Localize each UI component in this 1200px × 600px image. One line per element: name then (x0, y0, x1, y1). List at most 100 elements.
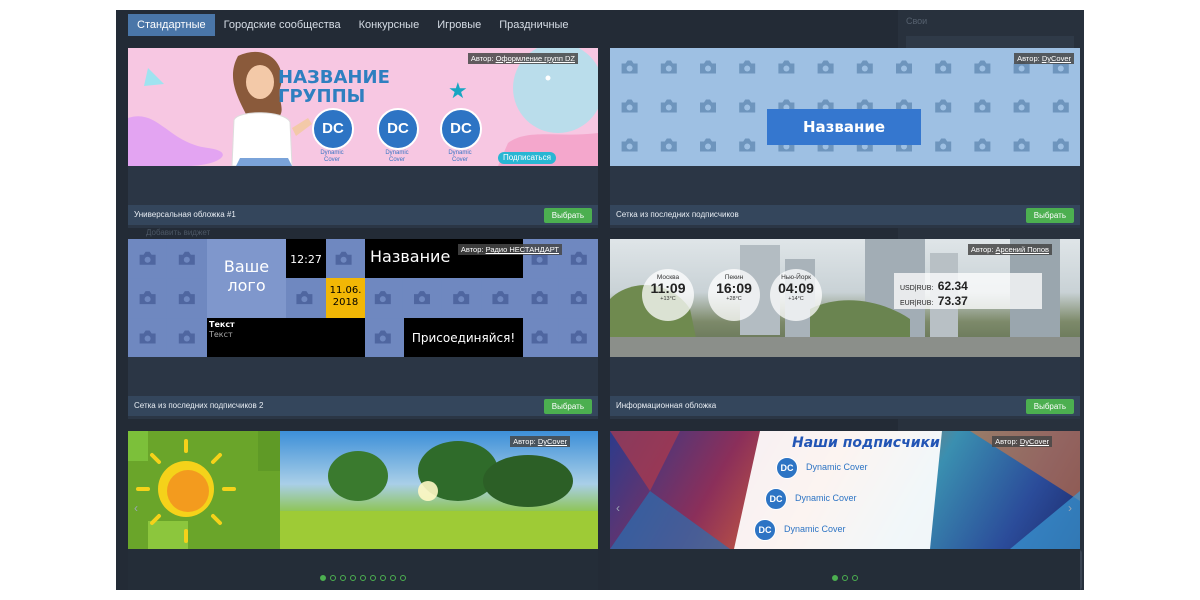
tab-standard[interactable]: Стандартные (128, 14, 215, 36)
rate-row-eur: EUR|RUB: 73.37 (900, 292, 968, 310)
text-block-sub: Текст (209, 330, 233, 339)
author-link[interactable]: DyCover (538, 437, 567, 446)
carousel-dot[interactable] (370, 575, 376, 581)
join-block: Присоединяйся! (404, 318, 523, 357)
placeholder-cell (924, 165, 963, 166)
carousel-dot[interactable] (320, 575, 326, 581)
background-add-widget: Добавить виджет (146, 228, 211, 237)
template-card-subscriber-grid: Название Автор: DyCover Сетка из последн… (610, 48, 1080, 228)
carousel-dots (610, 575, 1080, 583)
card-footer: Информационная обложка Выбрать (610, 396, 1080, 416)
carousel-dot[interactable] (360, 575, 366, 581)
select-button[interactable]: Выбрать (543, 208, 592, 223)
camera-lens (419, 296, 425, 303)
pink-shapes (128, 48, 598, 166)
carousel-dot[interactable] (852, 575, 858, 581)
carousel-dot[interactable] (340, 575, 346, 581)
placeholder-cell (767, 165, 806, 166)
camera-lens (940, 65, 947, 72)
select-button[interactable]: Выбрать (1025, 208, 1074, 223)
select-button[interactable]: Выбрать (543, 399, 592, 414)
date-line-2: 2018 (332, 297, 359, 308)
camera-lens (744, 65, 751, 72)
subscriber-row-2: DC Dynamic Cover (765, 488, 915, 510)
author-prefix: Автор: (1017, 54, 1040, 63)
city-time: 04:09 (778, 280, 814, 296)
camera-lens (575, 296, 582, 303)
author-link[interactable]: Арсений Попов (996, 245, 1049, 254)
camera-lens (144, 296, 151, 303)
title-text: Название (370, 247, 451, 266)
cover-preview-subscriber-grid[interactable]: Название Автор: DyCover (610, 48, 1080, 166)
camera-lens (301, 296, 308, 303)
author-prefix: Автор: (970, 245, 994, 254)
carousel-dot[interactable] (832, 575, 838, 581)
template-card-subscribers-list: Наши подписчики DC Dynamic Cover DC Dyna… (610, 431, 1080, 590)
currency-panel: USD|RUB: 62.34 EUR|RUB: 73.37 (894, 273, 1042, 309)
tab-holidays[interactable]: Праздничные (490, 14, 577, 36)
date-block: 11.06. 2018 (326, 278, 365, 318)
carousel-dot[interactable] (842, 575, 848, 581)
cover-preview-universal[interactable]: НАЗВАНИЕ ГРУППЫ ★ DC Dynamic Cover DC Dy… (128, 48, 598, 166)
tab-city-communities[interactable]: Городские сообщества (215, 14, 350, 36)
card-title: Универсальная обложка #1 (134, 210, 236, 219)
select-button[interactable]: Выбрать (1025, 399, 1074, 414)
author-link[interactable]: DyCover (1042, 54, 1071, 63)
dc-logo-3-caption: Dynamic Cover (448, 150, 472, 163)
nature-scene (128, 431, 598, 549)
city-temp: +13°C (660, 296, 676, 302)
camera-lens (705, 65, 711, 72)
city-newyork: Нью-Йорк 04:09 +14°C (770, 269, 822, 321)
camera-lens (940, 143, 947, 150)
logo-line-2: лого (227, 276, 266, 295)
city-time: 16:09 (716, 280, 752, 296)
camera-lens (1057, 104, 1064, 111)
carousel-dot[interactable] (330, 575, 336, 581)
placeholder-cell (728, 165, 767, 166)
author-link[interactable]: DyCover (1020, 437, 1049, 446)
placeholder-cell (1002, 165, 1041, 166)
camera-lens (144, 256, 151, 263)
city-temp: +28°C (726, 296, 742, 302)
carousel-prev-arrow[interactable]: ‹ (134, 501, 138, 515)
join-text: Присоединяйся! (411, 331, 516, 345)
card-footer: Сетка из последних подписчиков Выбрать (610, 205, 1080, 225)
cover-preview-subscriber-grid-2[interactable]: Ваше лого 12:27 11.06. 2018 Название Тек… (128, 239, 598, 357)
card-footer: Универсальная обложка #1 Выбрать (128, 205, 598, 225)
rate-pair: USD|RUB: (900, 285, 934, 292)
dc-logo-3: DC (440, 108, 482, 150)
placeholder-cell (806, 165, 845, 166)
dc-logo-1-caption: Dynamic Cover (320, 150, 344, 163)
author-link[interactable]: Оформление групп DZ (496, 54, 575, 63)
tab-games[interactable]: Игровые (428, 14, 490, 36)
author-link[interactable]: Радио НЕСТАНДАРТ (486, 245, 559, 254)
background-label-own: Свои (906, 16, 928, 26)
placeholder-cell (884, 165, 924, 166)
cover-preview-subscribers[interactable]: Наши подписчики DC Dynamic Cover DC Dyna… (610, 431, 1080, 549)
template-card-nature-carousel: Автор: DyCover ‹ (128, 431, 598, 590)
carousel-next-arrow[interactable]: › (1068, 501, 1072, 515)
camera-lens (183, 296, 190, 303)
carousel-dot[interactable] (400, 575, 406, 581)
clock-time: 12:27 (290, 253, 322, 266)
camera-lens (744, 143, 751, 150)
carousel-dot[interactable] (390, 575, 396, 581)
carousel-prev-arrow[interactable]: ‹ (616, 501, 620, 515)
card-title: Сетка из последних подписчиков 2 (134, 401, 264, 410)
cover-templates-window: Свои Добавить виджет Стандартные Городск… (116, 10, 1084, 590)
template-card-subscriber-grid-2: Ваше лого 12:27 11.06. 2018 Название Тек… (128, 239, 598, 419)
placeholder-cell (610, 165, 649, 166)
camera-lens (626, 65, 633, 72)
carousel-dot[interactable] (350, 575, 356, 581)
cover-preview-info[interactable]: Москва 11:09 +13°C Пекин 16:09 +28°C Нью… (610, 239, 1080, 357)
template-card-universal: НАЗВАНИЕ ГРУППЫ ★ DC Dynamic Cover DC Dy… (128, 48, 598, 228)
date-line-1: 11.06. (329, 285, 362, 296)
camera-lens (979, 104, 986, 111)
tab-contests[interactable]: Конкурсные (350, 14, 429, 36)
cover-preview-nature[interactable]: Автор: DyCover (128, 431, 598, 549)
city-moscow: Москва 11:09 +13°C (642, 269, 694, 321)
carousel-dot[interactable] (380, 575, 386, 581)
author-prefix: Автор: (995, 437, 1018, 446)
subscriber-name: Dynamic Cover (784, 524, 846, 534)
camera-lens (665, 104, 672, 111)
